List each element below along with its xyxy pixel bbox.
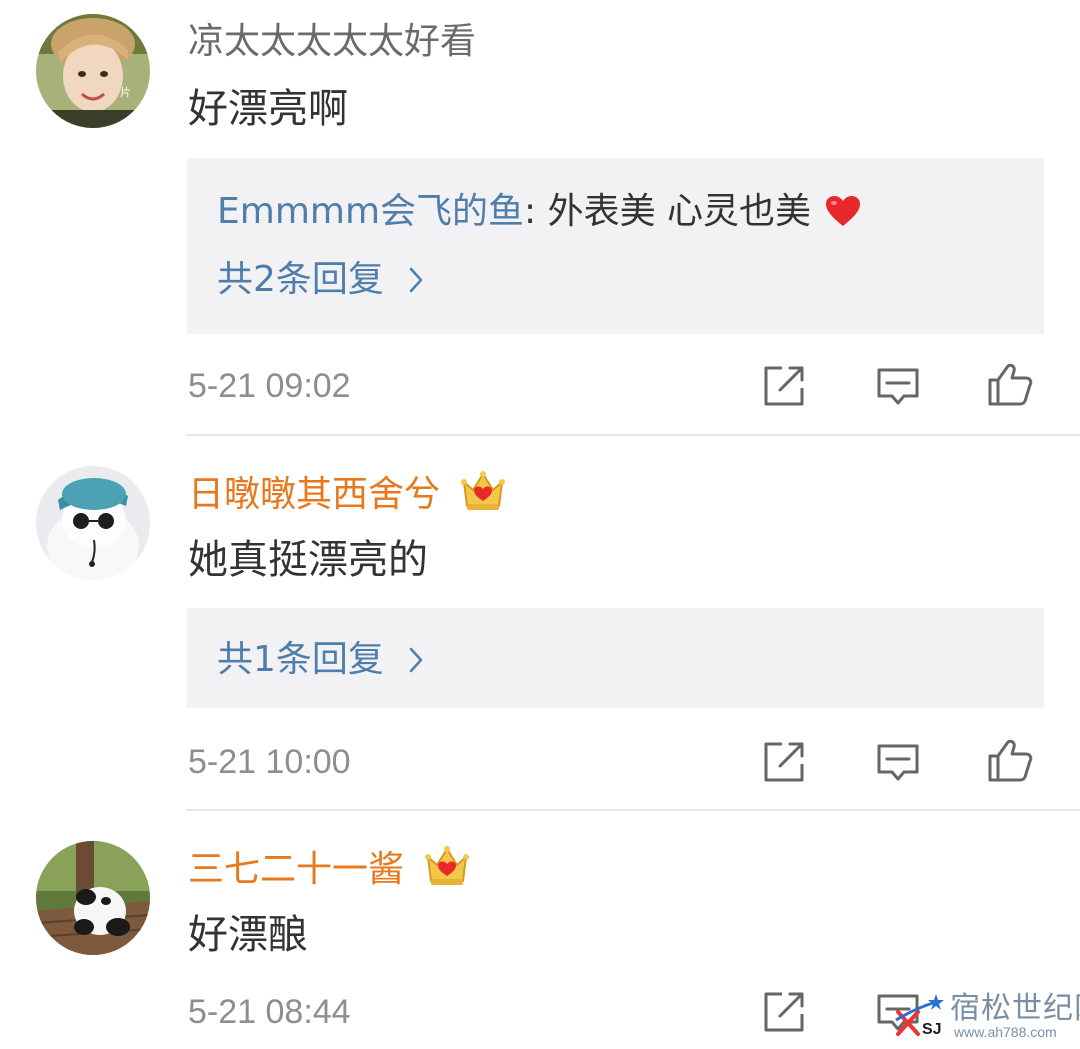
reply-button[interactable] xyxy=(874,738,922,786)
site-watermark: SJ 宿松世纪网 www.ah788.com xyxy=(892,990,1080,1040)
watermark-text: 宿松世纪网 xyxy=(950,991,1080,1026)
reply-box[interactable]: Emmmm会飞的鱼: 外表美 心灵也美 共2条回复 xyxy=(187,158,1044,334)
like-button[interactable] xyxy=(986,736,1034,784)
reply-separator: : xyxy=(524,191,548,232)
reply-text: 外表美 心灵也美 xyxy=(547,191,812,232)
thumbs-up-icon xyxy=(988,363,1033,406)
watermark-logo-icon: SJ xyxy=(895,994,944,1038)
chevron-right-icon xyxy=(410,647,423,673)
svg-text:片: 片 xyxy=(120,86,131,99)
reply-count-label[interactable]: 共2条回复 xyxy=(217,259,384,300)
reply-author[interactable]: Emmmm会飞的鱼 xyxy=(217,191,524,232)
watermark-logo-text: SJ xyxy=(922,1021,942,1038)
watermark-url: www.ah788.com xyxy=(954,1024,1057,1040)
heart-emoji-icon xyxy=(825,196,860,226)
user-avatar[interactable] xyxy=(36,841,150,955)
chevron-right-icon xyxy=(410,267,423,293)
comment-icon xyxy=(877,368,919,405)
username[interactable]: 日暾暾其西舍兮 xyxy=(188,470,506,517)
view-replies-link[interactable]: 共1条回复 xyxy=(217,638,423,682)
comment-text: 她真挺漂亮的 xyxy=(188,537,428,583)
share-icon xyxy=(764,992,804,1032)
comment-text: 好漂亮啊 xyxy=(188,86,348,132)
divider xyxy=(186,809,1080,811)
username-text[interactable]: 日暾暾其西舍兮 xyxy=(188,474,440,515)
timestamp: 5-21 08:44 xyxy=(188,993,351,1031)
reply-box[interactable]: 共1条回复 xyxy=(187,608,1044,708)
username[interactable]: 三七二十一酱 xyxy=(188,845,470,892)
vip-crown-icon xyxy=(425,846,470,885)
view-replies-link[interactable]: 共2条回复 xyxy=(217,258,423,302)
forward-button[interactable] xyxy=(760,738,808,786)
comment-1: 片 凉太太太太太好看 好漂亮啊 Emmmm会飞的鱼: 外表美 心灵也美 共2条回… xyxy=(0,0,1080,436)
thumbs-up-icon xyxy=(988,739,1033,782)
like-button[interactable] xyxy=(986,360,1034,408)
username[interactable]: 凉太太太太太好看 xyxy=(188,20,476,64)
comment-icon xyxy=(877,744,919,781)
timestamp: 5-21 09:02 xyxy=(188,367,351,405)
username-text[interactable]: 三七二十一酱 xyxy=(188,849,404,890)
forward-button[interactable] xyxy=(760,988,808,1036)
reply-preview[interactable]: Emmmm会飞的鱼: 外表美 心灵也美 xyxy=(217,190,861,234)
forward-button[interactable] xyxy=(760,362,808,410)
share-icon xyxy=(764,742,804,782)
share-icon xyxy=(764,366,804,406)
reply-button[interactable] xyxy=(874,362,922,410)
reply-count-label[interactable]: 共1条回复 xyxy=(217,639,384,680)
comment-text: 好漂酿 xyxy=(188,912,308,958)
timestamp: 5-21 10:00 xyxy=(188,743,351,781)
vip-crown-icon xyxy=(461,471,506,510)
user-avatar[interactable] xyxy=(36,466,150,580)
divider xyxy=(186,434,1080,436)
username-text[interactable]: 凉太太太太太好看 xyxy=(188,21,476,62)
user-avatar[interactable]: 片 xyxy=(36,14,150,128)
